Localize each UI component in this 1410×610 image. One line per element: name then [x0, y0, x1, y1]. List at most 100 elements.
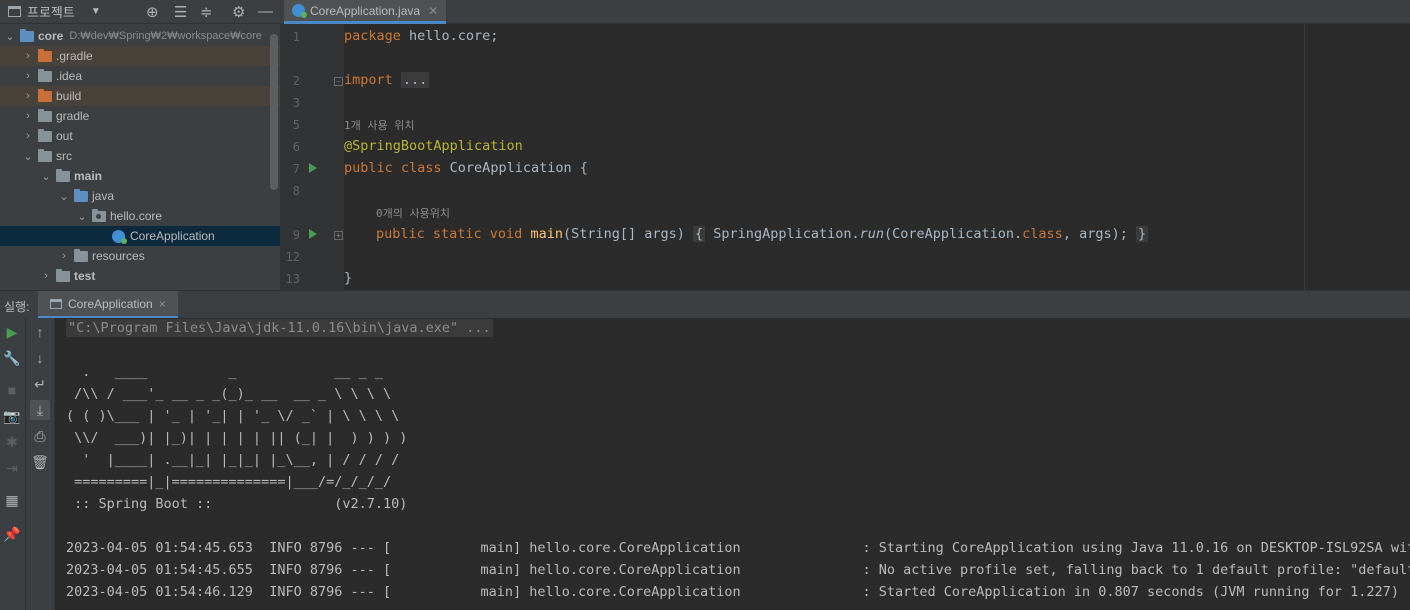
folded-imports[interactable]: ...: [400, 72, 430, 88]
spring-class-icon: [292, 4, 307, 18]
tree-item-coreapplication[interactable]: CoreApplication: [0, 226, 280, 246]
tree-item-label: gradle: [56, 109, 90, 123]
scroll-to-end-icon[interactable]: ⤓: [30, 400, 50, 420]
trash-icon[interactable]: 🗑: [30, 452, 50, 472]
run-panel-label: 실행:: [4, 300, 30, 314]
folder-icon: [56, 268, 70, 282]
editor-tab-bar: CoreApplication.java ✕: [280, 0, 1410, 24]
tree-item-out[interactable]: › out: [0, 126, 280, 146]
pin-icon[interactable]: 📌: [2, 524, 22, 544]
line-number: 9: [292, 228, 300, 242]
run-gutter-icon[interactable]: [309, 229, 317, 239]
banner-line: ( ( )\___ | '_ | '_| | '_ \/ _` | \ \ \ …: [66, 408, 400, 424]
tree-item-hello-core[interactable]: ⌄ hello.core: [0, 206, 280, 226]
project-panel: 프로젝트 ▼ ⊕ ☰ ≑ ⚙ — ⌄ core D:₩dev₩Spring₩2₩…: [0, 0, 280, 290]
line-number: 13: [285, 272, 300, 286]
log-line: 2023-04-05 01:54:45.655 INFO 8796 --- [ …: [66, 562, 1410, 578]
tree-item-gradle[interactable]: › gradle: [0, 106, 280, 126]
usage-hint[interactable]: 0개의 사용위치: [376, 205, 450, 221]
close-icon[interactable]: ✕: [428, 4, 438, 18]
chevron-right-icon[interactable]: ›: [22, 130, 34, 142]
module-folder-icon: [20, 28, 34, 42]
minimize-icon[interactable]: —: [258, 3, 273, 20]
line-number: 6: [292, 140, 300, 154]
run-tab-coreapplication[interactable]: CoreApplication ×: [38, 291, 178, 319]
usage-hint[interactable]: 1개 사용 위치: [344, 117, 414, 133]
run-gutter-icon[interactable]: [309, 163, 317, 173]
code-line-1: package hello.core;: [344, 28, 499, 44]
line-number: 1: [292, 30, 300, 44]
editor-gutter: 1 2 3 5 6 7 8 9 12 13 - +: [280, 24, 344, 290]
tree-item-src[interactable]: ⌄ src: [0, 146, 280, 166]
chevron-right-icon[interactable]: ›: [40, 270, 52, 282]
console-output[interactable]: "C:\Program Files\Java\jdk-11.0.16\bin\j…: [55, 318, 1410, 610]
exit-icon[interactable]: ⇥: [2, 458, 22, 478]
expand-all-icon[interactable]: ☰: [174, 3, 187, 21]
close-icon[interactable]: ×: [159, 297, 166, 311]
line-number: 12: [285, 250, 300, 264]
tree-item-main[interactable]: ⌄ main: [0, 166, 280, 186]
tree-item-label: java: [92, 189, 115, 203]
line-number: 2: [292, 74, 300, 88]
right-margin-guide: [1304, 24, 1305, 290]
tree-item-label: resources: [92, 249, 145, 263]
chevron-down-icon[interactable]: ⌄: [76, 210, 88, 223]
chevron-right-icon[interactable]: ›: [22, 90, 34, 102]
chevron-down-icon[interactable]: ⌄: [22, 150, 34, 163]
tree-item-build[interactable]: › build: [0, 86, 280, 106]
print-icon[interactable]: ⎙: [30, 426, 50, 446]
chevron-right-icon[interactable]: ›: [22, 110, 34, 122]
tree-item-resources[interactable]: › resources: [0, 246, 280, 266]
arrow-up-icon[interactable]: ↑: [30, 322, 50, 342]
project-panel-header: 프로젝트 ▼ ⊕ ☰ ≑ ⚙ —: [0, 0, 280, 24]
collapse-all-icon[interactable]: ≑: [200, 3, 213, 21]
tree-item-test[interactable]: › test: [0, 266, 280, 286]
soft-wrap-icon[interactable]: ↵: [30, 374, 50, 394]
banner-line: . ____ _ __ _ _: [66, 364, 383, 380]
rerun-icon[interactable]: ▶: [2, 322, 22, 342]
tree-item-label: .gradle: [56, 49, 93, 63]
gear-icon[interactable]: ⚙: [232, 3, 245, 21]
code-editor[interactable]: package hello.core; import ... 1개 사용 위치 …: [344, 24, 1410, 290]
tree-item-label: out: [56, 129, 73, 143]
banner-line: \\/ ___)| |_)| | | | | || (_| | ) ) ) ): [66, 430, 408, 446]
wrench-icon[interactable]: 🔧: [2, 348, 22, 368]
log-line: 2023-04-05 01:54:45.653 INFO 8796 --- [ …: [66, 540, 1410, 556]
debug-icon[interactable]: ✱: [2, 432, 22, 452]
tree-item-label: src: [56, 149, 72, 163]
chevron-down-icon[interactable]: ⌄: [4, 30, 16, 43]
arrow-down-icon[interactable]: ↓: [30, 348, 50, 368]
package-icon: [92, 208, 106, 222]
chevron-right-icon[interactable]: ›: [58, 250, 70, 262]
editor-tab-label: CoreApplication.java: [310, 3, 421, 18]
folder-icon: [38, 48, 52, 62]
project-scrollbar[interactable]: [270, 34, 278, 190]
layout-icon[interactable]: ▦: [2, 490, 22, 510]
chevron-down-icon[interactable]: ⌄: [58, 190, 70, 203]
tree-item-label: test: [74, 269, 96, 283]
camera-icon[interactable]: 📷: [2, 406, 22, 426]
tree-item-gradle-dir[interactable]: › .gradle: [0, 46, 280, 66]
folder-icon: [38, 68, 52, 82]
tree-item-core[interactable]: ⌄ core D:₩dev₩Spring₩2₩workspace₩core: [0, 26, 280, 46]
folder-icon: [56, 168, 70, 182]
tree-item-label: main: [74, 169, 103, 183]
source-folder-icon: [74, 188, 88, 202]
project-panel-title[interactable]: 프로젝트: [27, 2, 75, 21]
chevron-right-icon[interactable]: ›: [22, 50, 34, 62]
chevron-right-icon[interactable]: ›: [22, 70, 34, 82]
editor-tab-coreapplication[interactable]: CoreApplication.java ✕: [284, 0, 447, 24]
stop-icon[interactable]: ■: [2, 380, 22, 400]
banner-line: =========|_|==============|___/=/_/_/_/: [66, 474, 392, 490]
chevron-down-icon[interactable]: ⌄: [40, 170, 52, 183]
code-line-7: public class CoreApplication {: [344, 160, 588, 176]
tree-item-idea[interactable]: › .idea: [0, 66, 280, 86]
locate-icon[interactable]: ⊕: [146, 3, 159, 21]
tree-item-java[interactable]: ⌄ java: [0, 186, 280, 206]
fold-icon[interactable]: +: [334, 231, 343, 240]
fold-icon[interactable]: -: [334, 77, 343, 86]
chevron-down-icon[interactable]: ▼: [91, 6, 101, 17]
run-toolbar-secondary: ↑ ↓ ↵ ⤓ ⎙ 🗑: [26, 318, 55, 610]
code-line-13: }: [344, 270, 353, 286]
run-panel-header: 실행: CoreApplication ×: [0, 290, 1410, 319]
